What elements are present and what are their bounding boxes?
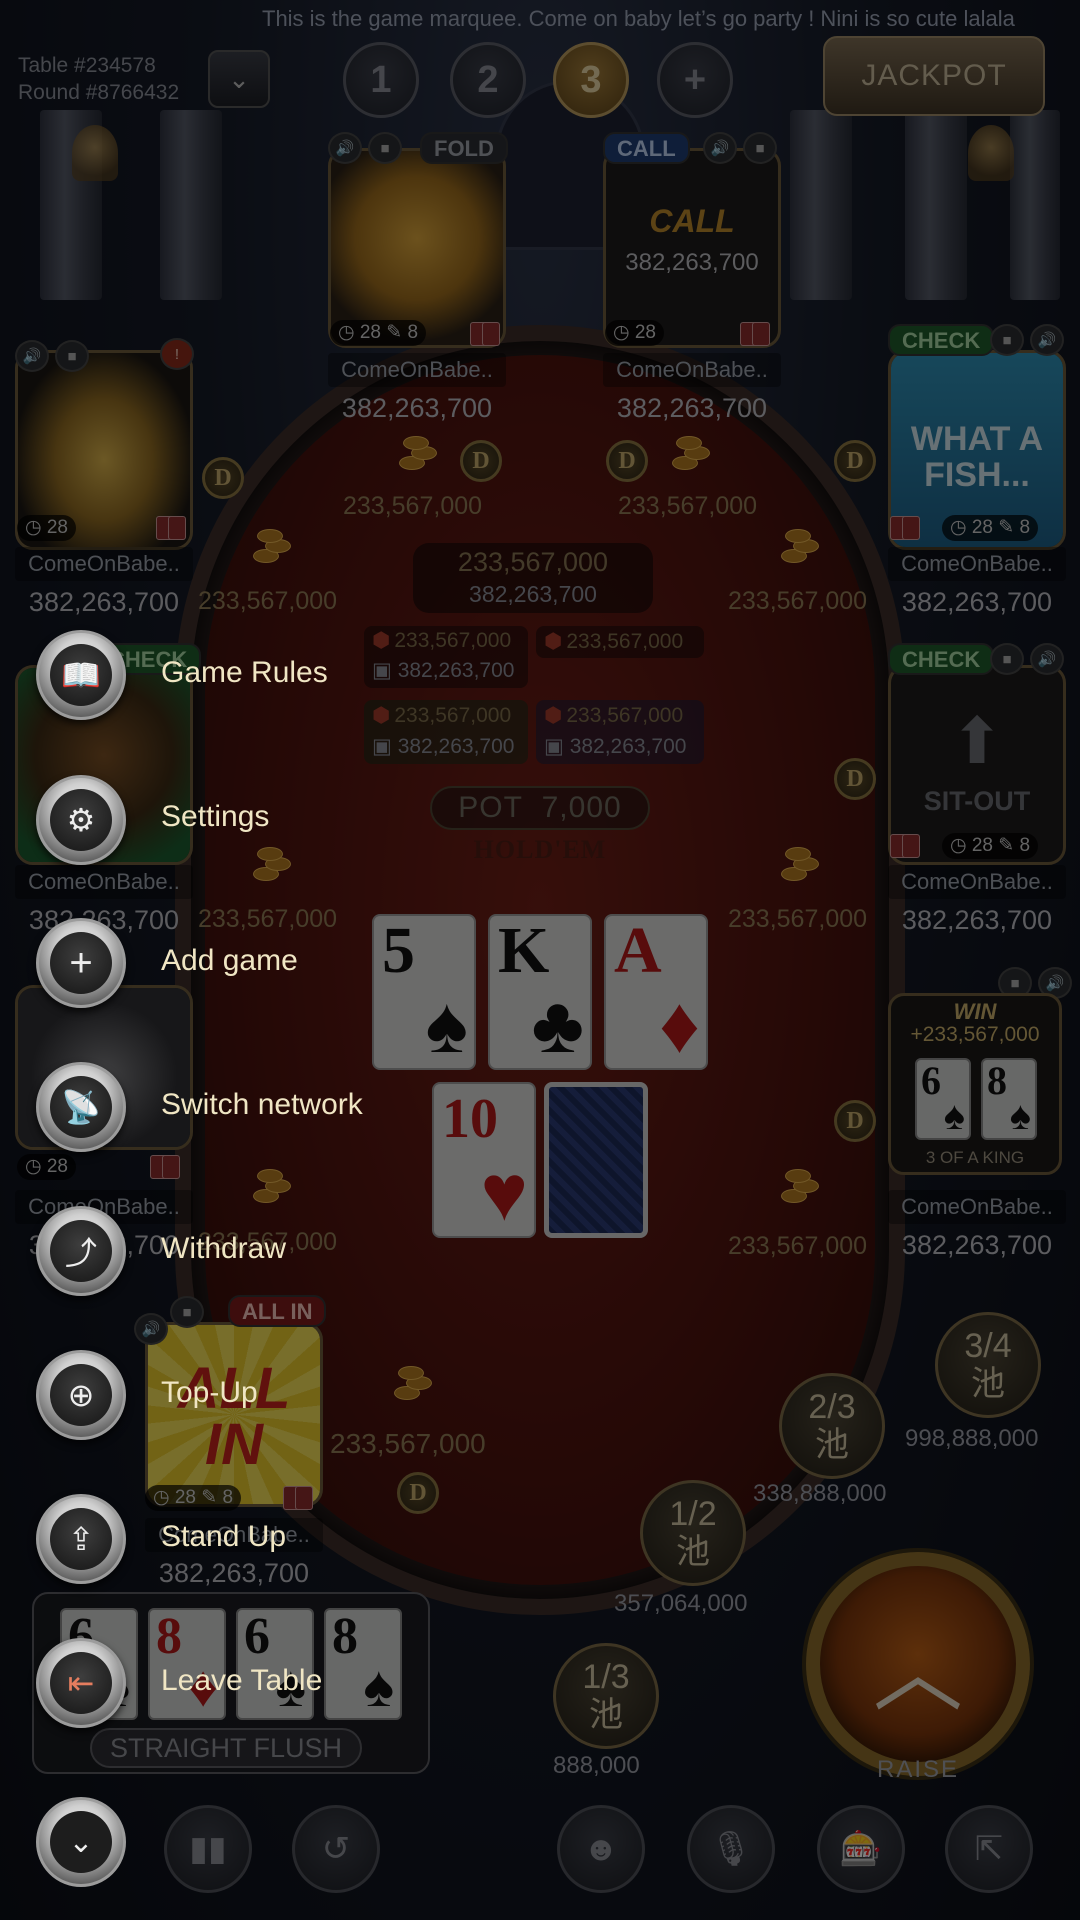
menu-item-label[interactable]: Withdraw	[161, 1232, 286, 1266]
menu-item-label[interactable]: Game Rules	[161, 656, 328, 690]
menu-item-label[interactable]: Settings	[161, 800, 269, 834]
switch-network-button[interactable]: 📡	[36, 1062, 126, 1152]
upload-icon: ⇪	[50, 1508, 112, 1570]
top-up-button[interactable]: ⊕	[36, 1350, 126, 1440]
menu-item-label[interactable]: Switch network	[161, 1088, 363, 1122]
book-icon: 📖	[50, 644, 112, 706]
top-up-icon: ⊕	[50, 1364, 112, 1426]
plus-icon: +	[50, 932, 112, 994]
exit-door-icon: ⇤	[50, 1652, 112, 1714]
stand-up-button[interactable]: ⇪	[36, 1494, 126, 1584]
chevron-down-icon: ⌄	[50, 1811, 112, 1873]
menu-item-label[interactable]: Top-Up	[161, 1376, 258, 1410]
menu-item-label[interactable]: Leave Table	[161, 1664, 322, 1698]
signal-icon: 📡	[50, 1076, 112, 1138]
leave-table-button[interactable]: ⇤	[36, 1638, 126, 1728]
settings-button[interactable]: ⚙	[36, 775, 126, 865]
add-game-button[interactable]: +	[36, 918, 126, 1008]
gear-icon: ⚙	[50, 789, 112, 851]
withdraw-icon: ⤴	[50, 1220, 112, 1282]
collapse-menu-button[interactable]: ⌄	[36, 1797, 126, 1887]
menu-item-label[interactable]: Add game	[161, 944, 298, 978]
game-rules-button[interactable]: 📖	[36, 630, 126, 720]
menu-item-label[interactable]: Stand Up	[161, 1520, 286, 1554]
poker-table-screen: This is the game marquee. Come on baby l…	[0, 0, 1080, 1920]
withdraw-button[interactable]: ⤴	[36, 1206, 126, 1296]
